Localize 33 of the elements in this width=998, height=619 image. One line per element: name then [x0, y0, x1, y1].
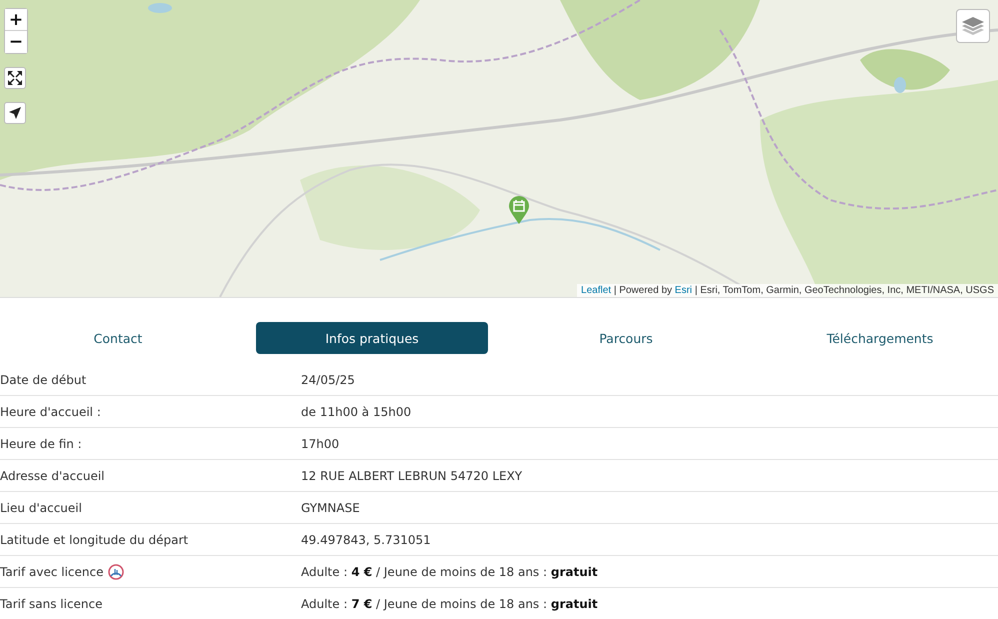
layers-icon [961, 15, 985, 37]
leaflet-link[interactable]: Leaflet [581, 285, 612, 296]
zoom-in-button[interactable]: + [5, 9, 27, 31]
field-label: Heure de fin : [0, 436, 82, 450]
field-value: GYMNASE [301, 500, 360, 514]
field-label: Heure d'accueil : [0, 404, 101, 418]
esri-link[interactable]: Esri [674, 285, 692, 296]
field-label: Latitude et longitude du départ [0, 532, 188, 546]
locate-button[interactable] [4, 102, 26, 124]
layers-button[interactable] [956, 9, 990, 43]
powered-by-text: | Powered by [614, 285, 672, 296]
tab[interactable]: Contact [2, 322, 234, 354]
federation-logo-icon [108, 564, 124, 580]
calendar-pin-icon[interactable] [508, 195, 530, 225]
navigation-arrow-icon [8, 106, 22, 120]
field-value: 49.497843, 5.731051 [301, 532, 431, 546]
sources-text: | Esri, TomTom, Garmin, GeoTechnologies, Inc, METI/NASA, USGS [694, 285, 994, 296]
field-value: de 11h00 à 15h00 [301, 404, 412, 418]
field-label: Tarif avec licence [0, 564, 104, 578]
fullscreen-button[interactable] [4, 67, 26, 89]
field-label: Tarif sans licence [0, 596, 103, 610]
tab[interactable]: Infos pratiques [256, 322, 488, 354]
field-label: Date de début [0, 372, 86, 386]
field-value: 24/05/25 [301, 372, 355, 386]
field-value: 17h00 [301, 436, 340, 450]
field-value: 12 RUE ALBERT LEBRUN 54720 LEXY [301, 468, 522, 482]
field-value: Adulte : 4 € / Jeune de moins de 18 ans : gratuit [301, 564, 598, 578]
field-label: Adresse d'accueil [0, 468, 104, 482]
field-value: Adulte : 7 € / Jeune de moins de 18 ans : gratuit [301, 596, 598, 610]
expand-icon [7, 70, 23, 86]
tab[interactable]: Téléchargements [764, 322, 996, 354]
tab[interactable]: Parcours [510, 322, 742, 354]
field-label: Lieu d'accueil [0, 500, 82, 514]
